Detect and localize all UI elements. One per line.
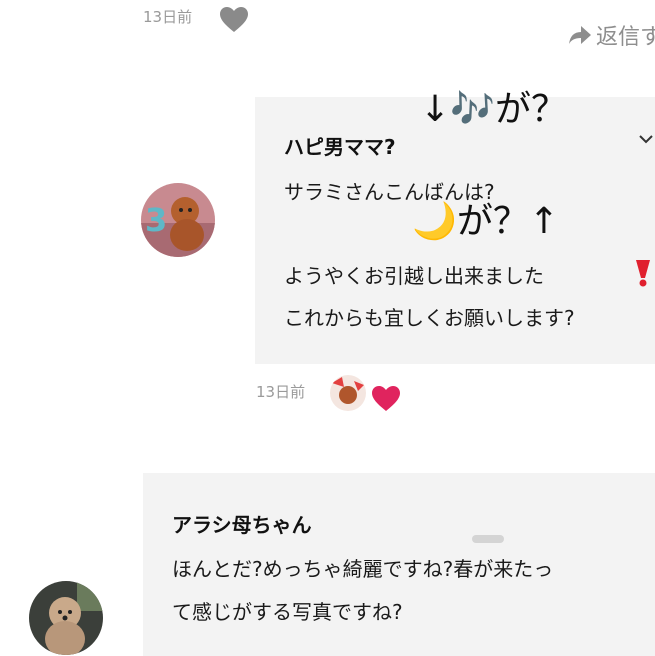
comment-text-line: これからも宜しくお願いします?	[284, 306, 575, 330]
svg-text:3: 3	[145, 201, 167, 239]
comment-author[interactable]: アラシ母ちゃん	[172, 509, 312, 538]
comment-text-line: て感じがする写真ですね?	[172, 600, 403, 624]
heart-outline-icon[interactable]	[219, 6, 249, 34]
annotation-mid: 🌙が？↑	[412, 201, 559, 242]
reply-button[interactable]: 返信す	[568, 19, 655, 51]
comment-text-line: ほんとだ?めっちゃ綺麗ですね?春が来たっ	[172, 557, 554, 581]
comment-author[interactable]: ハピ男ママ?	[284, 131, 396, 160]
reply-label: 返信す	[596, 25, 655, 50]
avatar-hapio-mama[interactable]: 3	[141, 183, 215, 257]
comment-time: 13日前	[256, 383, 306, 401]
comment-time-top: 13日前	[143, 8, 193, 26]
chevron-down-icon[interactable]	[637, 131, 655, 149]
annotation-top: ↓🎶が？	[420, 89, 567, 130]
avatar-arashi-haha[interactable]	[29, 581, 103, 655]
heart-red-icon[interactable]	[370, 385, 402, 413]
reply-arrow-icon	[568, 24, 592, 46]
liker-avatar[interactable]	[330, 375, 366, 411]
smudge-mark	[472, 535, 504, 543]
comment-text-line: ようやくお引越し出来ました	[284, 264, 544, 288]
red-exclamation-icon	[631, 258, 655, 288]
